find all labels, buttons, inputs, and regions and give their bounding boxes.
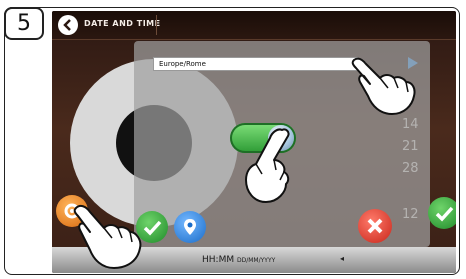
checkmark-icon: [435, 206, 454, 222]
cancel-button[interactable]: [358, 209, 392, 243]
volume-icon[interactable]: ◂: [340, 254, 344, 263]
location-pin-icon: [184, 219, 196, 235]
location-button[interactable]: [174, 211, 206, 243]
date-format: DD/MM/YYYY: [236, 257, 276, 264]
back-arrow-icon: [63, 19, 71, 31]
page-title: DATE AND TIME: [84, 19, 161, 28]
time-format-label: HH:MM DD/MM/YYYY: [202, 255, 275, 265]
time-format: HH:MM: [202, 255, 235, 265]
close-x-icon: [367, 218, 383, 234]
top-bar: DATE AND TIME: [52, 11, 456, 40]
hand-pointer-icon: [245, 128, 290, 203]
back-button[interactable]: [58, 15, 78, 35]
confirm-right-button[interactable]: [428, 197, 456, 229]
hand-pointer-icon: [351, 57, 416, 115]
title-divider: [156, 15, 157, 35]
hand-pointer-icon: [73, 204, 142, 269]
timezone-field[interactable]: Europe/Rome: [153, 57, 358, 71]
